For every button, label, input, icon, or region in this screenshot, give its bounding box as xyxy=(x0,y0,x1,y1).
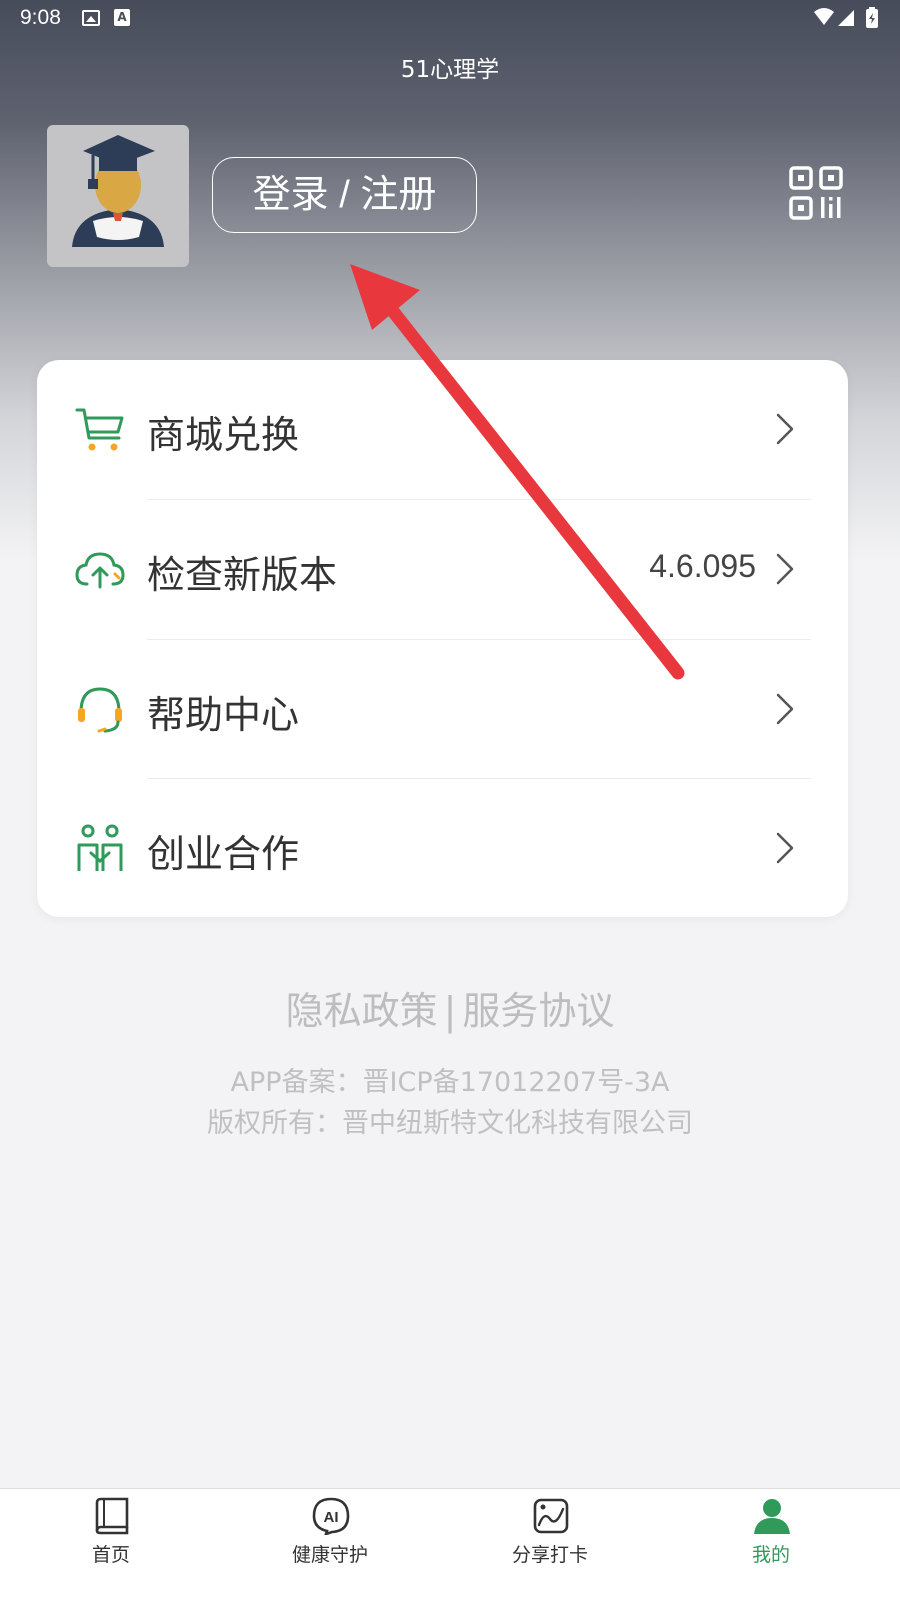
chart-card-icon xyxy=(533,1498,569,1534)
service-agreement-link[interactable]: 服务协议 xyxy=(462,989,614,1033)
partners-icon xyxy=(77,824,123,871)
chevron-right-icon xyxy=(776,553,794,585)
tab-label: 我的 xyxy=(751,1544,790,1566)
tab-share-checkin[interactable]: 分享打卡 xyxy=(490,1489,610,1600)
status-right-icons xyxy=(814,7,878,28)
ai-icon: AI xyxy=(312,1497,350,1535)
qr-code-icon[interactable] xyxy=(789,166,843,220)
menu-item-mall-exchange[interactable]: 商城兑换 xyxy=(37,360,848,499)
battery-icon xyxy=(866,7,878,28)
a-notification-icon: A xyxy=(114,9,130,26)
avatar[interactable] xyxy=(47,125,189,267)
menu-card: 商城兑换 检查新版本 4.6.095 帮助中心 创业合作 xyxy=(37,360,848,917)
menu-item-label: 帮助中心 xyxy=(147,693,300,737)
menu-item-label: 创业合作 xyxy=(147,832,300,876)
menu-item-check-version[interactable]: 检查新版本 4.6.095 xyxy=(37,500,848,639)
tab-mine[interactable]: 我的 xyxy=(711,1489,831,1600)
wifi-icon xyxy=(814,8,834,25)
status-bar: 9:08 A xyxy=(0,0,900,36)
person-icon xyxy=(754,1499,790,1534)
status-time: 9:08 xyxy=(20,6,61,29)
menu-item-partnership[interactable]: 创业合作 xyxy=(37,779,848,918)
icp-record: APP备案：晋ICP备17012207号-3A xyxy=(230,1067,670,1098)
tab-label: 首页 xyxy=(91,1544,130,1566)
chevron-right-icon xyxy=(776,413,794,445)
tab-home[interactable]: 首页 xyxy=(51,1489,171,1600)
tab-label: 分享打卡 xyxy=(511,1544,588,1566)
chevron-right-icon xyxy=(776,693,794,725)
svg-text:AI: AI xyxy=(324,1509,339,1526)
menu-item-label: 商城兑换 xyxy=(147,413,300,457)
signal-icon xyxy=(838,10,854,26)
chevron-right-icon xyxy=(776,832,794,864)
login-register-button[interactable]: 登录 / 注册 xyxy=(212,157,477,233)
version-value: 4.6.095 xyxy=(649,548,756,584)
privacy-policy-link[interactable]: 隐私政策 xyxy=(286,989,438,1033)
menu-item-help-center[interactable]: 帮助中心 xyxy=(37,640,848,779)
app-title: 51心理学 xyxy=(400,57,500,83)
tab-health-guard[interactable]: AI 健康守护 xyxy=(270,1489,390,1600)
cart-icon xyxy=(75,408,124,451)
tab-label: 健康守护 xyxy=(291,1544,368,1566)
menu-item-label: 检查新版本 xyxy=(147,553,338,597)
book-icon xyxy=(95,1497,129,1535)
copyright: 版权所有：晋中纽斯特文化科技有限公司 xyxy=(207,1108,693,1139)
image-notification-icon xyxy=(82,10,100,26)
cloud-upload-icon xyxy=(75,552,125,589)
link-separator: | xyxy=(443,989,457,1033)
tab-bar: 首页 AI 健康守护 分享打卡 我的 xyxy=(0,1488,900,1600)
graduate-avatar-icon xyxy=(72,135,164,247)
footer-links: 隐私政策 | 服务协议 xyxy=(0,980,900,1035)
headset-icon xyxy=(78,687,122,733)
